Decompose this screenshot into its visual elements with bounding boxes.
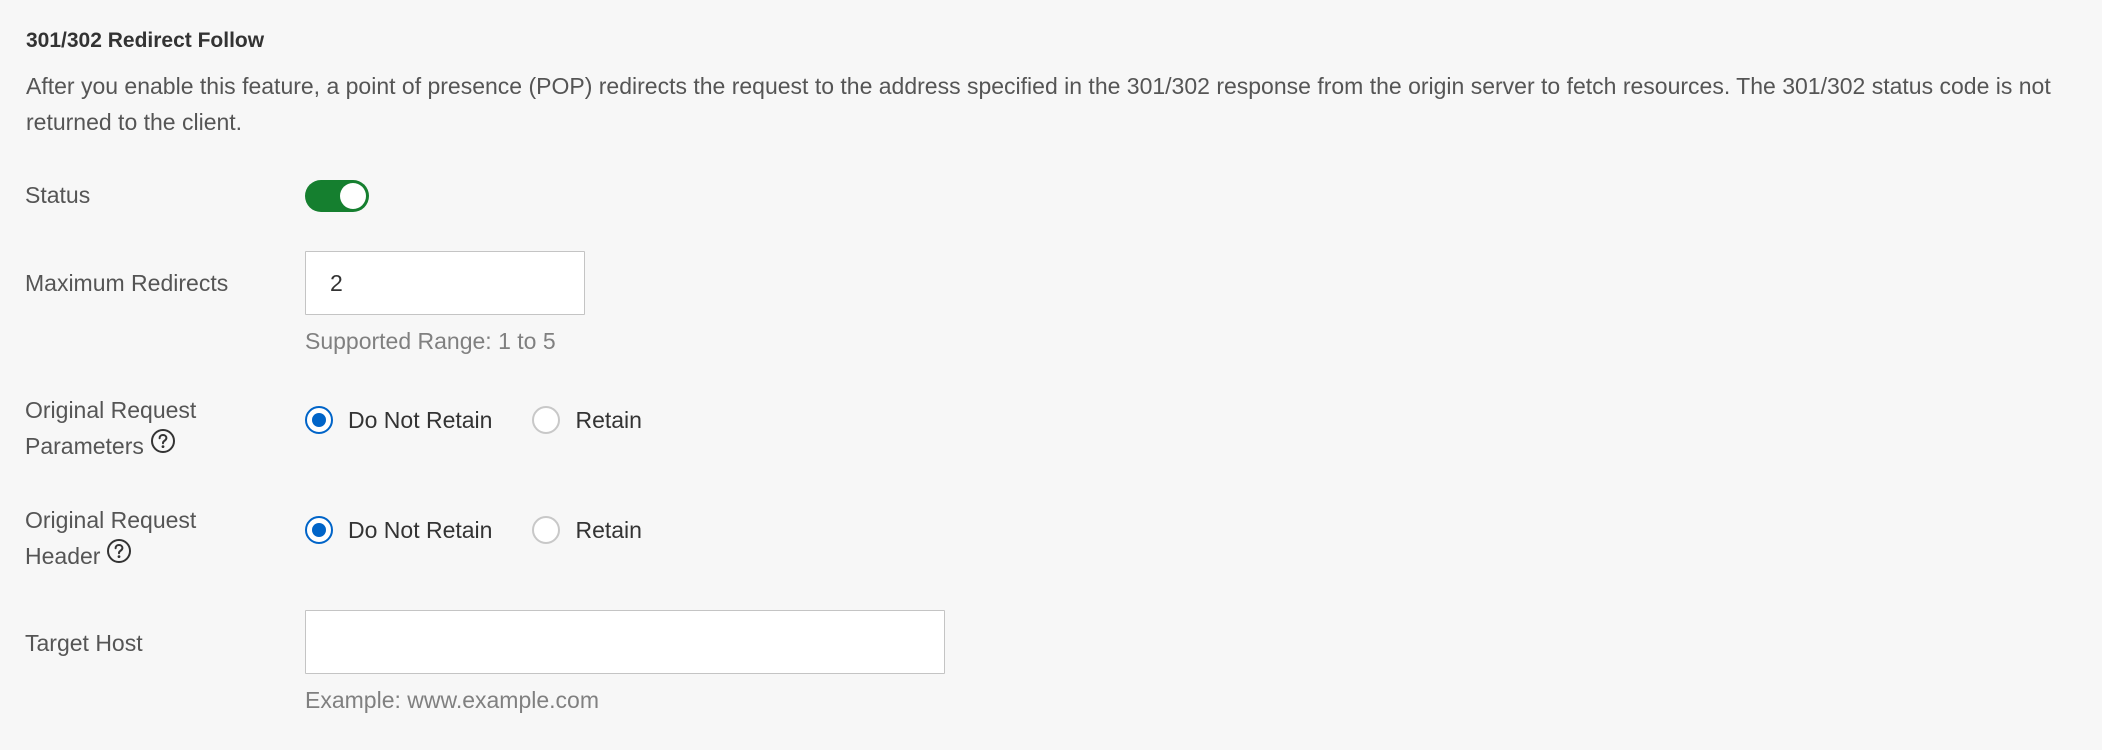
status-toggle[interactable] — [305, 180, 369, 212]
radio-label: Retain — [575, 407, 642, 433]
request-header-option-retain[interactable]: Retain — [532, 512, 642, 548]
request-header-label: Original Request Header — [25, 502, 196, 574]
section-title: 301/302 Redirect Follow — [26, 29, 265, 52]
request-params-option-do-not-retain[interactable]: Do Not Retain — [305, 402, 492, 438]
toggle-knob — [340, 183, 366, 209]
request-header-label-line2-row: Header — [25, 538, 196, 574]
radio-button[interactable] — [532, 516, 561, 544]
request-params-label-line1: Original Request — [25, 397, 197, 423]
max-redirects-input[interactable] — [305, 251, 585, 315]
status-label: Status — [25, 182, 91, 208]
radio-button-checked[interactable] — [305, 516, 333, 544]
radio-label: Do Not Retain — [348, 407, 493, 433]
question-circle-icon[interactable] — [150, 428, 176, 464]
request-params-radio-group: Do Not Retain Retain — [305, 402, 642, 438]
request-header-radio-group: Do Not Retain Retain — [305, 512, 642, 548]
radio-button[interactable] — [532, 406, 561, 434]
request-params-label-line2-row: Parameters — [25, 428, 196, 464]
question-circle-icon[interactable] — [106, 538, 132, 574]
request-header-label-line2: Header — [25, 543, 101, 569]
request-params-label-line2: Parameters — [25, 433, 144, 459]
request-header-label-line1: Original Request — [25, 507, 197, 533]
request-header-option-do-not-retain[interactable]: Do Not Retain — [305, 512, 492, 548]
request-params-label: Original Request Parameters — [25, 392, 196, 464]
request-params-option-retain[interactable]: Retain — [532, 402, 642, 438]
radio-label: Retain — [575, 517, 642, 543]
target-host-input[interactable] — [305, 610, 945, 674]
target-host-label: Target Host — [25, 630, 143, 656]
target-host-hint: Example: www.example.com — [305, 687, 599, 713]
radio-label: Do Not Retain — [348, 517, 493, 543]
section-description: After you enable this feature, a point o… — [26, 73, 2051, 135]
radio-button-checked[interactable] — [305, 406, 333, 434]
max-redirects-hint: Supported Range: 1 to 5 — [305, 328, 556, 354]
max-redirects-label: Maximum Redirects — [25, 270, 229, 296]
